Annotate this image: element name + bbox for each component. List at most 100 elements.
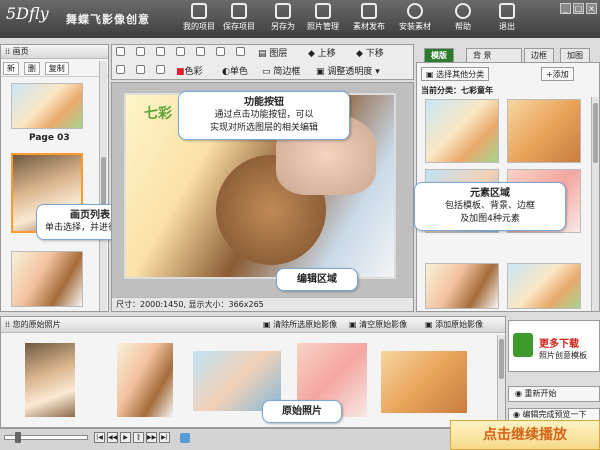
photo-icon [315, 3, 331, 19]
template-thumbnail[interactable] [507, 99, 581, 163]
copy-page-button[interactable]: 复制 [44, 62, 69, 75]
dropdown-icon: ▾ [372, 67, 380, 77]
element-scrollbar[interactable] [591, 97, 599, 311]
element-area-callout: 元素区域 包括模板、背景、边框 及加图4种元素 [414, 182, 566, 231]
layer-button[interactable]: ▤ 图层 [258, 46, 287, 59]
clear-icon: ▣ [263, 320, 274, 329]
rotate-left-icon[interactable] [116, 65, 125, 74]
move-down-button[interactable]: ◆ 下移 [356, 46, 384, 59]
restart-button[interactable]: ◉ 重新开始 [508, 386, 600, 402]
edit-toolbar: ▤ 图层 ◆ 上移 ◆ 下移 ■色彩 ◐单色 ▭ 简边框 ▣ 调整透明度 ▾ [111, 44, 414, 80]
original-photo[interactable] [25, 343, 75, 417]
page-thumbnail[interactable] [11, 251, 83, 307]
layer-icon: ▤ [258, 49, 270, 59]
clear-icon[interactable] [236, 47, 245, 56]
page-label: Page 03 [29, 133, 70, 143]
delete-page-button[interactable]: 删 [23, 62, 40, 75]
tab-background[interactable]: 背 景 [466, 48, 522, 62]
color-button[interactable]: ■色彩 [176, 64, 203, 77]
page-list-scrollbar[interactable] [99, 61, 107, 311]
add-element-button[interactable]: +添加 [541, 67, 574, 81]
last-icon[interactable]: ▶| [159, 432, 170, 443]
new-page-button[interactable]: 新 [3, 62, 19, 75]
mono-icon: ◐ [222, 67, 230, 77]
page-list-header: ⁞⁞ 画页 [1, 45, 108, 59]
undo-icon[interactable] [176, 47, 185, 56]
simple-frame-button[interactable]: ▭ 简边框 [262, 64, 300, 77]
select-category-button[interactable]: ▣ 选择其他分类 [421, 67, 490, 81]
title-bar: 5Dfly 舞蝶飞影像创意 我的项目 保存项目 另存为 照片管理 素材发布 安装… [0, 0, 600, 38]
crop-icon[interactable] [156, 65, 165, 74]
edit-area-callout: 编辑区域 [276, 268, 358, 291]
rotate-right-icon[interactable] [136, 65, 145, 74]
play-icon[interactable]: ▶ [120, 432, 131, 443]
first-icon[interactable]: |◀ [94, 432, 105, 443]
redo-icon[interactable] [196, 47, 205, 56]
exit-icon [499, 3, 515, 19]
continue-play-button[interactable]: 点击继续播放 [450, 420, 600, 450]
down-arrow-icon: ◆ [356, 49, 366, 59]
clear-selected-button[interactable]: ▣ 清除所选原始影像 [263, 317, 337, 332]
app-logo: 5Dfly [6, 4, 49, 23]
mono-button[interactable]: ◐单色 [222, 64, 248, 77]
trash-icon: ▣ [349, 320, 360, 329]
next-icon[interactable]: ▶▶ [146, 432, 157, 443]
zoom-icon[interactable] [116, 47, 125, 56]
template-thumbnail[interactable] [425, 263, 499, 309]
original-photos-header: ⁞⁞ 您的原始照片 ▣ 清除所选原始影像 ▣ 清空原始影像 ▣ 添加原始影像 [1, 317, 505, 333]
add-icon: ▣ [425, 320, 436, 329]
photo-manage-button[interactable]: 照片管理 [300, 3, 346, 37]
current-category: 当前分类：七彩童年 [421, 86, 493, 95]
close-button[interactable]: × [586, 3, 597, 14]
publish-icon [361, 3, 377, 19]
template-thumbnail[interactable] [507, 263, 581, 309]
download-icon [513, 333, 533, 357]
original-photos-callout: 原始照片 [262, 400, 342, 423]
tab-add-image[interactable]: 加图 [560, 48, 590, 62]
restart-icon: ◉ [515, 389, 525, 398]
canvas-size-status: 尺寸：2000:1450, 显示大小：366x265 [112, 297, 413, 311]
help-button[interactable]: 帮助 [440, 3, 486, 37]
delete-icon[interactable] [216, 47, 225, 56]
install-button[interactable]: 安装素材 [392, 3, 438, 37]
grip-icon: ⁞⁞ [5, 47, 13, 56]
function-button-callout: 功能按钮 通过点击功能按钮，可以 实现对所选图层的相关编辑 [178, 91, 350, 140]
minimize-button[interactable]: _ [560, 3, 571, 14]
floppy-icon [231, 3, 247, 19]
page-thumbnail[interactable] [11, 83, 83, 129]
folder-icon: ▣ [426, 70, 437, 79]
tab-frame[interactable]: 边框 [524, 48, 554, 62]
tab-template[interactable]: 模版 [424, 48, 454, 62]
photo-scrollbar[interactable] [497, 335, 505, 427]
add-photo-button[interactable]: ▣ 添加原始影像 [425, 317, 483, 332]
house-icon [191, 3, 207, 19]
paste-icon[interactable] [156, 47, 165, 56]
prev-icon[interactable]: ◀◀ [107, 432, 118, 443]
pause-icon[interactable]: ‖ [133, 432, 144, 443]
frame-icon: ▭ [262, 67, 274, 77]
exit-button[interactable]: 退出 [484, 3, 530, 37]
gear-icon [407, 3, 423, 19]
page-list-panel: ⁞⁞ 画页 新 删 复制 Page 03 [0, 44, 109, 312]
app-name: 舞蝶飞影像创意 [66, 13, 150, 26]
volume-icon[interactable] [180, 433, 190, 443]
adjust-opacity-button[interactable]: ▣ 调整透明度 ▾ [316, 64, 380, 77]
preview-icon: ◉ [513, 410, 523, 419]
publish-button[interactable]: 素材发布 [346, 3, 392, 37]
original-photo[interactable] [117, 343, 173, 417]
save-project-button[interactable]: 保存项目 [216, 3, 262, 37]
progress-track[interactable] [4, 432, 88, 443]
move-up-button[interactable]: ◆ 上移 [308, 46, 336, 59]
maximize-button[interactable]: □ [573, 3, 584, 14]
progress-handle[interactable] [15, 432, 21, 443]
original-photo[interactable] [381, 351, 467, 413]
more-download-button[interactable]: 更多下载 照片创意模板 [508, 320, 600, 372]
copy-icon[interactable] [136, 47, 145, 56]
grip-icon: ⁞⁞ [5, 320, 13, 329]
template-thumbnail[interactable] [425, 99, 499, 163]
player-controls: |◀ ◀◀ ▶ ‖ ▶▶ ▶| [94, 432, 170, 443]
canvas-title-decoration: 七彩 [144, 106, 172, 122]
clear-all-button[interactable]: ▣ 清空原始影像 [349, 317, 407, 332]
color-icon: ■ [176, 67, 185, 77]
up-arrow-icon: ◆ [308, 49, 318, 59]
